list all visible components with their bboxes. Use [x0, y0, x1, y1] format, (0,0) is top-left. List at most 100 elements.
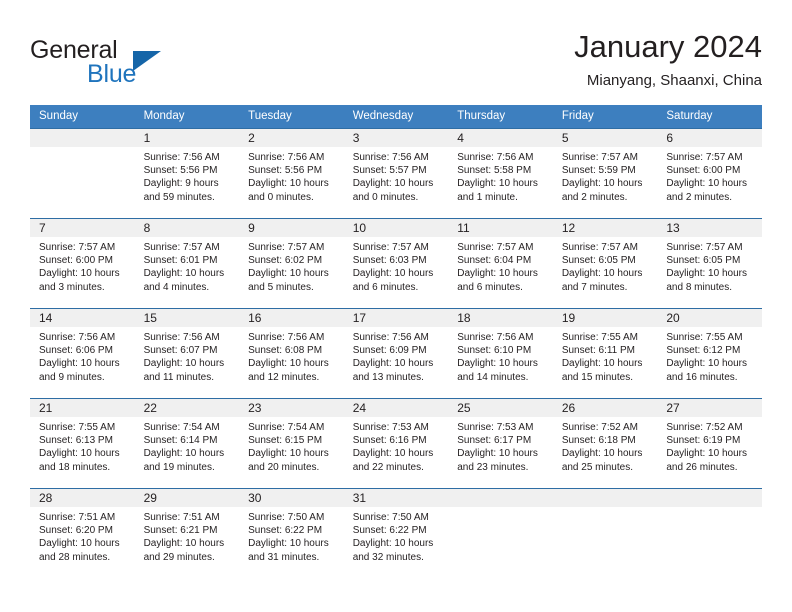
calendar-cell[interactable]: 17 Sunrise: 7:56 AM Sunset: 6:09 PM Dayl… — [343, 308, 449, 398]
calendar-cell[interactable]: 29 Sunrise: 7:51 AM Sunset: 6:21 PM Dayl… — [134, 488, 240, 578]
sunrise-text: Sunrise: 7:56 AM — [248, 332, 325, 343]
calendar-cell[interactable] — [30, 128, 135, 218]
daylight-text-line2: and 6 minutes. — [457, 281, 523, 293]
calendar-week-row: 28 Sunrise: 7:51 AM Sunset: 6:20 PM Dayl… — [30, 488, 762, 578]
calendar-cell[interactable]: 25 Sunrise: 7:53 AM Sunset: 6:17 PM Dayl… — [448, 398, 553, 488]
calendar-cell[interactable]: 30 Sunrise: 7:50 AM Sunset: 6:22 PM Dayl… — [239, 488, 344, 578]
sunset-text: Sunset: 6:22 PM — [352, 525, 427, 537]
day-details: Sunrise: 7:56 AM Sunset: 6:09 PM Dayligh… — [344, 327, 449, 384]
sunrise-text: Sunrise: 7:57 AM — [39, 242, 116, 253]
calendar-cell[interactable]: 1 Sunrise: 7:56 AM Sunset: 5:56 PM Dayli… — [134, 128, 240, 218]
day-details: Sunrise: 7:52 AM Sunset: 6:18 PM Dayligh… — [553, 417, 658, 474]
sunset-text: Sunset: 6:11 PM — [561, 345, 636, 357]
calendar-cell[interactable]: 11 Sunrise: 7:57 AM Sunset: 6:04 PM Dayl… — [448, 218, 553, 308]
calendar-cell[interactable]: 8 Sunrise: 7:57 AM Sunset: 6:01 PM Dayli… — [134, 218, 240, 308]
calendar-cell[interactable]: 28 Sunrise: 7:51 AM Sunset: 6:20 PM Dayl… — [30, 488, 135, 578]
day-number: 9 — [239, 219, 344, 237]
day-details: Sunrise: 7:55 AM Sunset: 6:13 PM Dayligh… — [30, 417, 135, 474]
sunrise-text: Sunrise: 7:50 AM — [352, 512, 429, 523]
sunset-text: Sunset: 6:04 PM — [457, 255, 532, 267]
calendar-cell[interactable]: 5 Sunrise: 7:57 AM Sunset: 5:59 PM Dayli… — [552, 128, 658, 218]
calendar-cell[interactable]: 15 Sunrise: 7:56 AM Sunset: 6:07 PM Dayl… — [134, 308, 240, 398]
calendar-cell[interactable]: 3 Sunrise: 7:56 AM Sunset: 5:57 PM Dayli… — [343, 128, 449, 218]
sunrise-text: Sunrise: 7:53 AM — [457, 422, 534, 433]
day-details — [448, 507, 553, 511]
calendar-cell[interactable]: 22 Sunrise: 7:54 AM Sunset: 6:14 PM Dayl… — [134, 398, 240, 488]
sunrise-text: Sunrise: 7:56 AM — [143, 332, 220, 343]
brand-name-blue: Blue — [87, 60, 137, 88]
sunrise-text: Sunrise: 7:57 AM — [666, 152, 743, 163]
day-number: 15 — [134, 309, 240, 327]
daylight-text-line2: and 19 minutes. — [143, 461, 215, 473]
daylight-text-line1: Daylight: 10 hours — [143, 538, 225, 550]
calendar-cell[interactable]: 10 Sunrise: 7:57 AM Sunset: 6:03 PM Dayl… — [343, 218, 449, 308]
daylight-text-line1: Daylight: 10 hours — [666, 178, 747, 190]
calendar-cell[interactable]: 7 Sunrise: 7:57 AM Sunset: 6:00 PM Dayli… — [30, 218, 135, 308]
calendar-cell[interactable]: 19 Sunrise: 7:55 AM Sunset: 6:11 PM Dayl… — [552, 308, 658, 398]
sunset-text: Sunset: 6:00 PM — [39, 255, 113, 267]
calendar-cell[interactable]: 14 Sunrise: 7:56 AM Sunset: 6:06 PM Dayl… — [30, 308, 135, 398]
daylight-text-line1: Daylight: 10 hours — [248, 268, 329, 280]
sunset-text: Sunset: 6:20 PM — [39, 525, 113, 537]
daylight-text-line1: Daylight: 10 hours — [39, 538, 120, 550]
daylight-text-line1: Daylight: 10 hours — [248, 178, 329, 190]
daylight-text-line2: and 16 minutes. — [666, 371, 738, 383]
calendar-cell[interactable]: 21 Sunrise: 7:55 AM Sunset: 6:13 PM Dayl… — [30, 398, 135, 488]
day-number: 2 — [239, 129, 344, 147]
calendar-cell[interactable]: 24 Sunrise: 7:53 AM Sunset: 6:16 PM Dayl… — [343, 398, 449, 488]
calendar-week-row: 21 Sunrise: 7:55 AM Sunset: 6:13 PM Dayl… — [30, 398, 762, 488]
calendar-cell[interactable]: 18 Sunrise: 7:56 AM Sunset: 6:10 PM Dayl… — [448, 308, 553, 398]
calendar-cell[interactable]: 13 Sunrise: 7:57 AM Sunset: 6:05 PM Dayl… — [657, 218, 762, 308]
day-number: 29 — [134, 489, 240, 507]
calendar-cell[interactable]: 27 Sunrise: 7:52 AM Sunset: 6:19 PM Dayl… — [657, 398, 762, 488]
daylight-text-line2: and 23 minutes. — [457, 461, 529, 473]
day-number: 18 — [448, 309, 553, 327]
daylight-text-line1: Daylight: 9 hours — [143, 178, 219, 190]
weekday-header-thursday: Thursday — [448, 105, 553, 128]
sunrise-text: Sunrise: 7:57 AM — [352, 242, 429, 253]
calendar-cell[interactable]: 20 Sunrise: 7:55 AM Sunset: 6:12 PM Dayl… — [657, 308, 762, 398]
weekday-header-sunday: Sunday — [30, 105, 135, 128]
calendar-cell[interactable]: 9 Sunrise: 7:57 AM Sunset: 6:02 PM Dayli… — [239, 218, 344, 308]
page-header: General Blue January 2024 Mianyang, Shaa… — [30, 28, 762, 98]
calendar-cell[interactable]: 6 Sunrise: 7:57 AM Sunset: 6:00 PM Dayli… — [657, 128, 762, 218]
calendar-cell[interactable]: 2 Sunrise: 7:56 AM Sunset: 5:56 PM Dayli… — [239, 128, 344, 218]
day-number: 3 — [343, 129, 449, 147]
calendar-cell[interactable]: 12 Sunrise: 7:57 AM Sunset: 6:05 PM Dayl… — [552, 218, 658, 308]
daylight-text-line2: and 2 minutes. — [561, 191, 628, 203]
day-number: 21 — [30, 399, 135, 417]
day-details: Sunrise: 7:57 AM Sunset: 6:01 PM Dayligh… — [135, 237, 240, 294]
sunrise-text: Sunrise: 7:56 AM — [143, 152, 220, 163]
calendar-cell[interactable]: 16 Sunrise: 7:56 AM Sunset: 6:08 PM Dayl… — [239, 308, 344, 398]
daylight-text-line2: and 7 minutes. — [561, 281, 628, 293]
sunset-text: Sunset: 6:18 PM — [561, 435, 636, 447]
sunset-text: Sunset: 6:15 PM — [248, 435, 323, 447]
page-subtitle: Mianyang, Shaanxi, China — [586, 72, 762, 89]
calendar-cell[interactable] — [448, 488, 553, 578]
sunset-text: Sunset: 6:09 PM — [352, 345, 427, 357]
day-details: Sunrise: 7:56 AM Sunset: 6:08 PM Dayligh… — [239, 327, 344, 384]
daylight-text-line2: and 3 minutes. — [39, 281, 105, 293]
sunset-text: Sunset: 6:02 PM — [248, 255, 323, 267]
calendar-cell[interactable] — [552, 488, 658, 578]
sunrise-text: Sunrise: 7:51 AM — [143, 512, 220, 523]
calendar-cell[interactable]: 4 Sunrise: 7:56 AM Sunset: 5:58 PM Dayli… — [448, 128, 553, 218]
calendar-cell[interactable]: 31 Sunrise: 7:50 AM Sunset: 6:22 PM Dayl… — [343, 488, 449, 578]
sunrise-text: Sunrise: 7:52 AM — [666, 422, 743, 433]
day-number: 22 — [134, 399, 240, 417]
page-title: January 2024 — [574, 29, 762, 64]
sunrise-text: Sunrise: 7:50 AM — [248, 512, 325, 523]
day-details: Sunrise: 7:53 AM Sunset: 6:17 PM Dayligh… — [448, 417, 553, 474]
calendar-cell[interactable]: 23 Sunrise: 7:54 AM Sunset: 6:15 PM Dayl… — [239, 398, 344, 488]
brand-logo[interactable]: General Blue — [30, 36, 220, 94]
daylight-text-line1: Daylight: 10 hours — [561, 448, 643, 460]
daylight-text-line2: and 0 minutes. — [352, 191, 419, 203]
day-details: Sunrise: 7:57 AM Sunset: 6:02 PM Dayligh… — [239, 237, 344, 294]
sunrise-text: Sunrise: 7:57 AM — [143, 242, 220, 253]
calendar-cell[interactable] — [657, 488, 762, 578]
sunset-text: Sunset: 5:59 PM — [561, 165, 636, 177]
calendar-cell[interactable]: 26 Sunrise: 7:52 AM Sunset: 6:18 PM Dayl… — [552, 398, 658, 488]
calendar-header-row: Sunday Monday Tuesday Wednesday Thursday… — [30, 105, 762, 128]
day-details: Sunrise: 7:50 AM Sunset: 6:22 PM Dayligh… — [239, 507, 344, 564]
day-number: 11 — [448, 219, 553, 237]
